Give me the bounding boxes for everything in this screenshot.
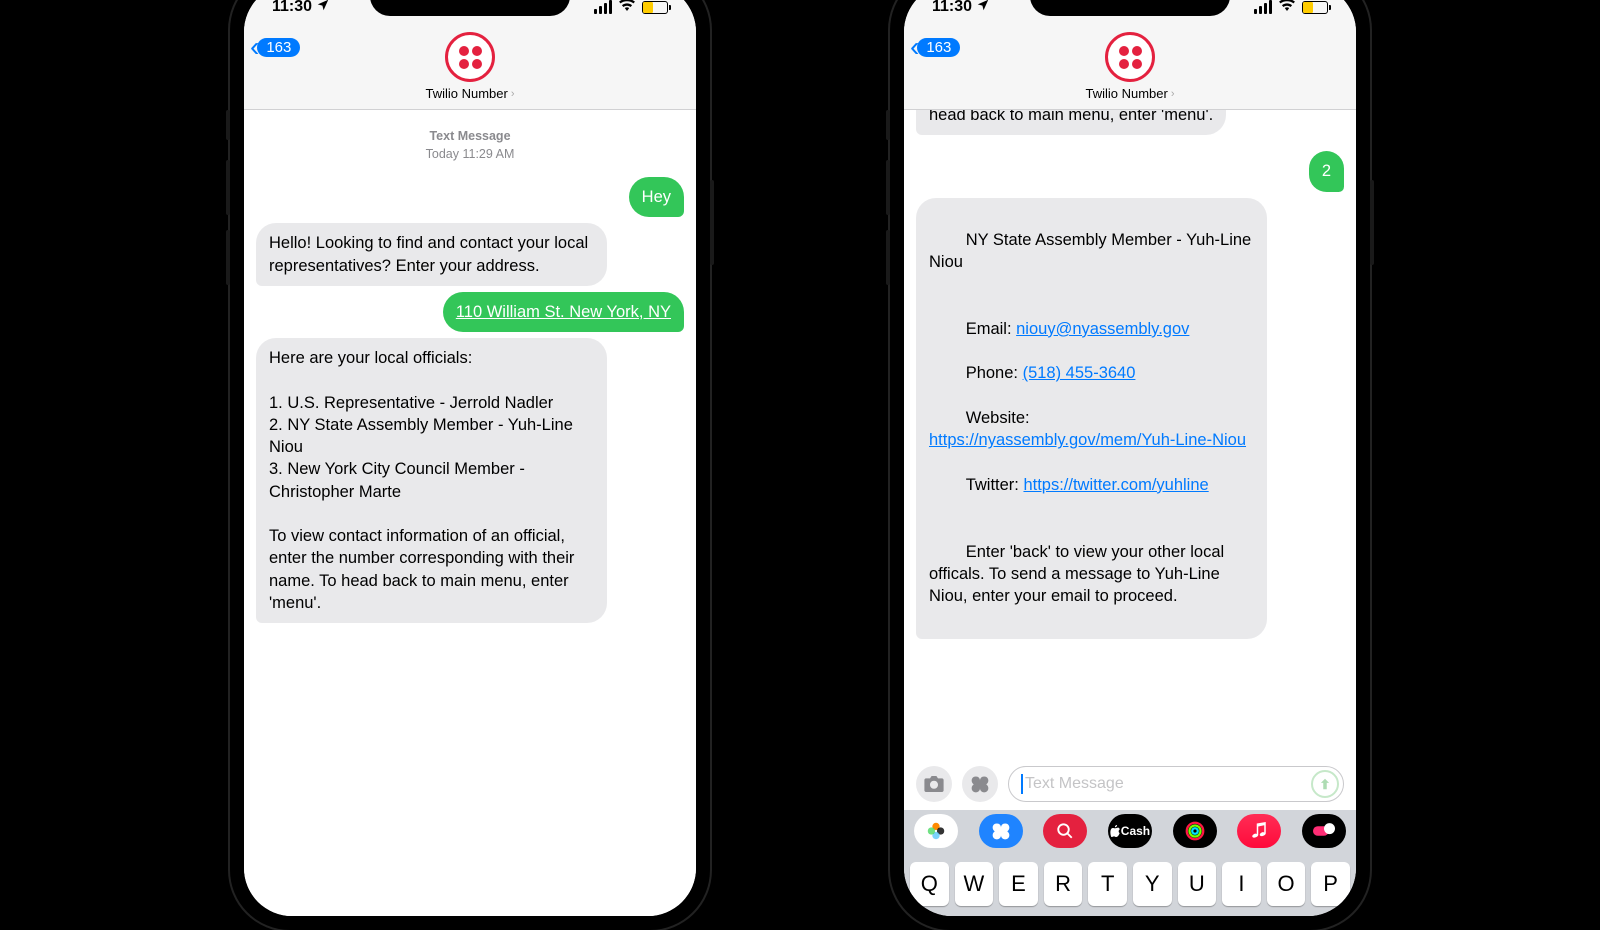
key-q[interactable]: Q bbox=[910, 862, 949, 906]
chevron-right-icon: › bbox=[511, 88, 515, 100]
unread-badge: 163 bbox=[917, 38, 960, 57]
cellular-icon bbox=[594, 0, 612, 14]
key-o[interactable]: O bbox=[1267, 862, 1306, 906]
back-button[interactable]: ‹ 163 bbox=[250, 32, 300, 62]
email-link[interactable]: niouy@nyassembly.gov bbox=[1016, 320, 1189, 338]
clock: 11:30 bbox=[272, 0, 312, 16]
digit-app-icon[interactable] bbox=[1302, 814, 1346, 848]
applecash-app-icon[interactable]: Cash bbox=[1108, 814, 1152, 848]
incoming-message-partial[interactable]: head back to main menu, enter 'menu'. bbox=[916, 110, 1226, 135]
outgoing-message[interactable]: Hey bbox=[629, 177, 684, 217]
key-e[interactable]: E bbox=[999, 862, 1038, 906]
contact-name[interactable]: Twilio Number › bbox=[1085, 86, 1174, 101]
phone-left: 11:30 ‹ 163 bbox=[230, 0, 710, 930]
outgoing-message[interactable]: 110 William St. New York, NY bbox=[443, 292, 684, 332]
screen-left: 11:30 ‹ 163 bbox=[244, 0, 696, 916]
contact-avatar[interactable] bbox=[445, 32, 495, 82]
cellular-icon bbox=[1254, 0, 1272, 14]
activity-app-icon[interactable] bbox=[1173, 814, 1217, 848]
nav-header: ‹ 163 Twilio Number › bbox=[244, 30, 696, 110]
photos-app-icon[interactable] bbox=[914, 814, 958, 848]
phone-link[interactable]: (518) 455-3640 bbox=[1023, 364, 1136, 382]
app-strip: Cash bbox=[904, 810, 1356, 856]
key-p[interactable]: P bbox=[1311, 862, 1350, 906]
incoming-message[interactable]: Here are your local officials: 1. U.S. R… bbox=[256, 338, 607, 623]
clock: 11:30 bbox=[932, 0, 972, 16]
search-app-icon[interactable] bbox=[1043, 814, 1087, 848]
key-t[interactable]: T bbox=[1088, 862, 1127, 906]
battery-icon bbox=[642, 1, 668, 14]
chevron-right-icon: › bbox=[1171, 88, 1175, 100]
message-input[interactable]: Text Message bbox=[1008, 766, 1344, 802]
app-drawer-button[interactable] bbox=[962, 766, 998, 802]
battery-icon bbox=[1302, 1, 1328, 14]
key-r[interactable]: R bbox=[1044, 862, 1083, 906]
message-list[interactable]: head back to main menu, enter 'menu'. 2 … bbox=[904, 110, 1356, 758]
send-button[interactable] bbox=[1311, 770, 1339, 798]
contact-name[interactable]: Twilio Number › bbox=[425, 86, 514, 101]
camera-button[interactable] bbox=[916, 766, 952, 802]
notch bbox=[1030, 0, 1230, 16]
message-list[interactable]: Text Message Today 11:29 AM Hey Hello! L… bbox=[244, 110, 696, 916]
wifi-icon bbox=[618, 0, 636, 16]
incoming-message[interactable]: Hello! Looking to find and contact your … bbox=[256, 223, 607, 286]
location-icon bbox=[976, 0, 990, 17]
key-y[interactable]: Y bbox=[1133, 862, 1172, 906]
contact-avatar[interactable] bbox=[1105, 32, 1155, 82]
location-icon bbox=[316, 0, 330, 17]
key-u[interactable]: U bbox=[1178, 862, 1217, 906]
back-button[interactable]: ‹ 163 bbox=[910, 32, 960, 62]
music-app-icon[interactable] bbox=[1237, 814, 1281, 848]
keyboard-row: Q W E R T Y U I O P bbox=[904, 856, 1356, 916]
twitter-link[interactable]: https://twitter.com/yuhline bbox=[1023, 476, 1208, 494]
outgoing-message[interactable]: 2 bbox=[1309, 151, 1344, 191]
website-link[interactable]: https://nyassembly.gov/mem/Yuh-Line-Niou bbox=[929, 431, 1246, 449]
key-i[interactable]: I bbox=[1222, 862, 1261, 906]
unread-badge: 163 bbox=[257, 38, 300, 57]
incoming-message[interactable]: NY State Assembly Member - Yuh-Line Niou… bbox=[916, 198, 1267, 639]
key-w[interactable]: W bbox=[955, 862, 994, 906]
wifi-icon bbox=[1278, 0, 1296, 16]
notch bbox=[370, 0, 570, 16]
screen-right: 11:30 ‹ 163 bbox=[904, 0, 1356, 916]
appstore-app-icon[interactable] bbox=[979, 814, 1023, 848]
nav-header: ‹ 163 Twilio Number › bbox=[904, 30, 1356, 110]
compose-bar: Text Message bbox=[904, 758, 1356, 810]
timestamp: Text Message Today 11:29 AM bbox=[256, 128, 684, 163]
phone-right: 11:30 ‹ 163 bbox=[890, 0, 1370, 930]
